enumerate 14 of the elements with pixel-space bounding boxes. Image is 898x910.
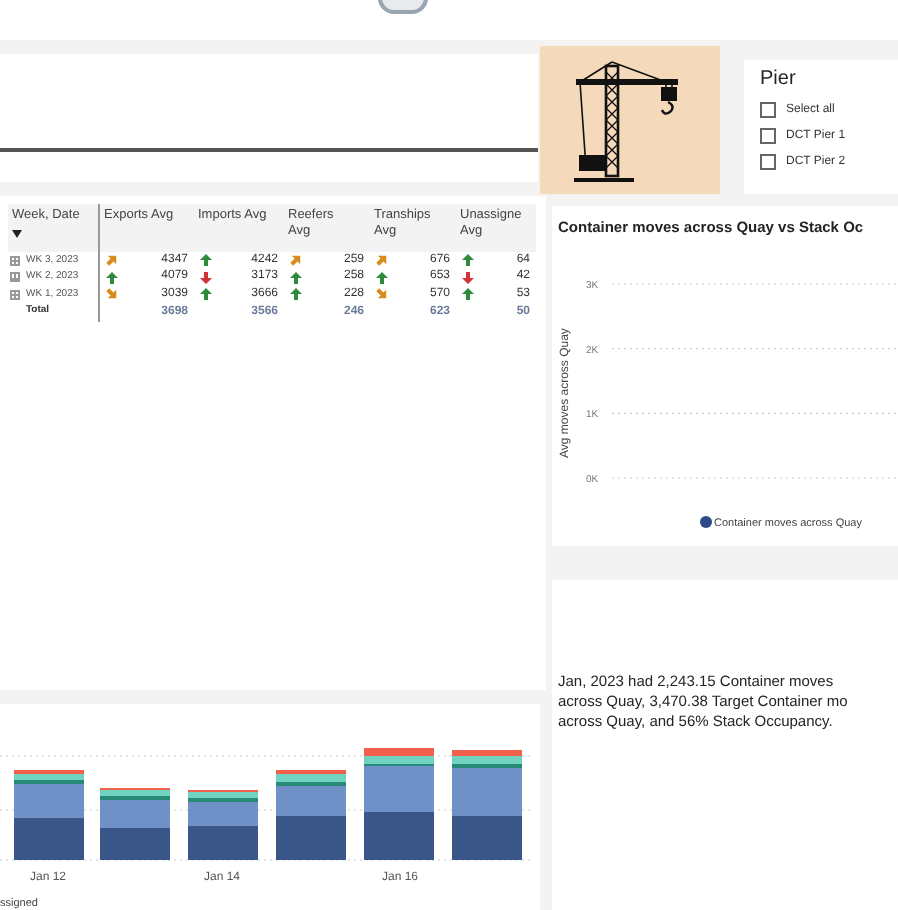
slicer-title: Pier [760, 68, 798, 92]
checkbox[interactable] [760, 102, 776, 118]
stacked-bar [100, 788, 170, 860]
checkbox[interactable] [760, 128, 776, 144]
stacked-bar [452, 750, 522, 860]
stacked-bar [14, 770, 84, 860]
stacked-bar [364, 748, 434, 860]
sort-caret-icon [12, 230, 22, 238]
expand-icon[interactable] [10, 289, 20, 300]
stacked-bar [188, 790, 258, 860]
expand-icon[interactable] [10, 255, 20, 266]
expand-icon[interactable] [10, 272, 20, 283]
checkbox[interactable] [760, 154, 776, 170]
stacked-bar [276, 770, 346, 860]
